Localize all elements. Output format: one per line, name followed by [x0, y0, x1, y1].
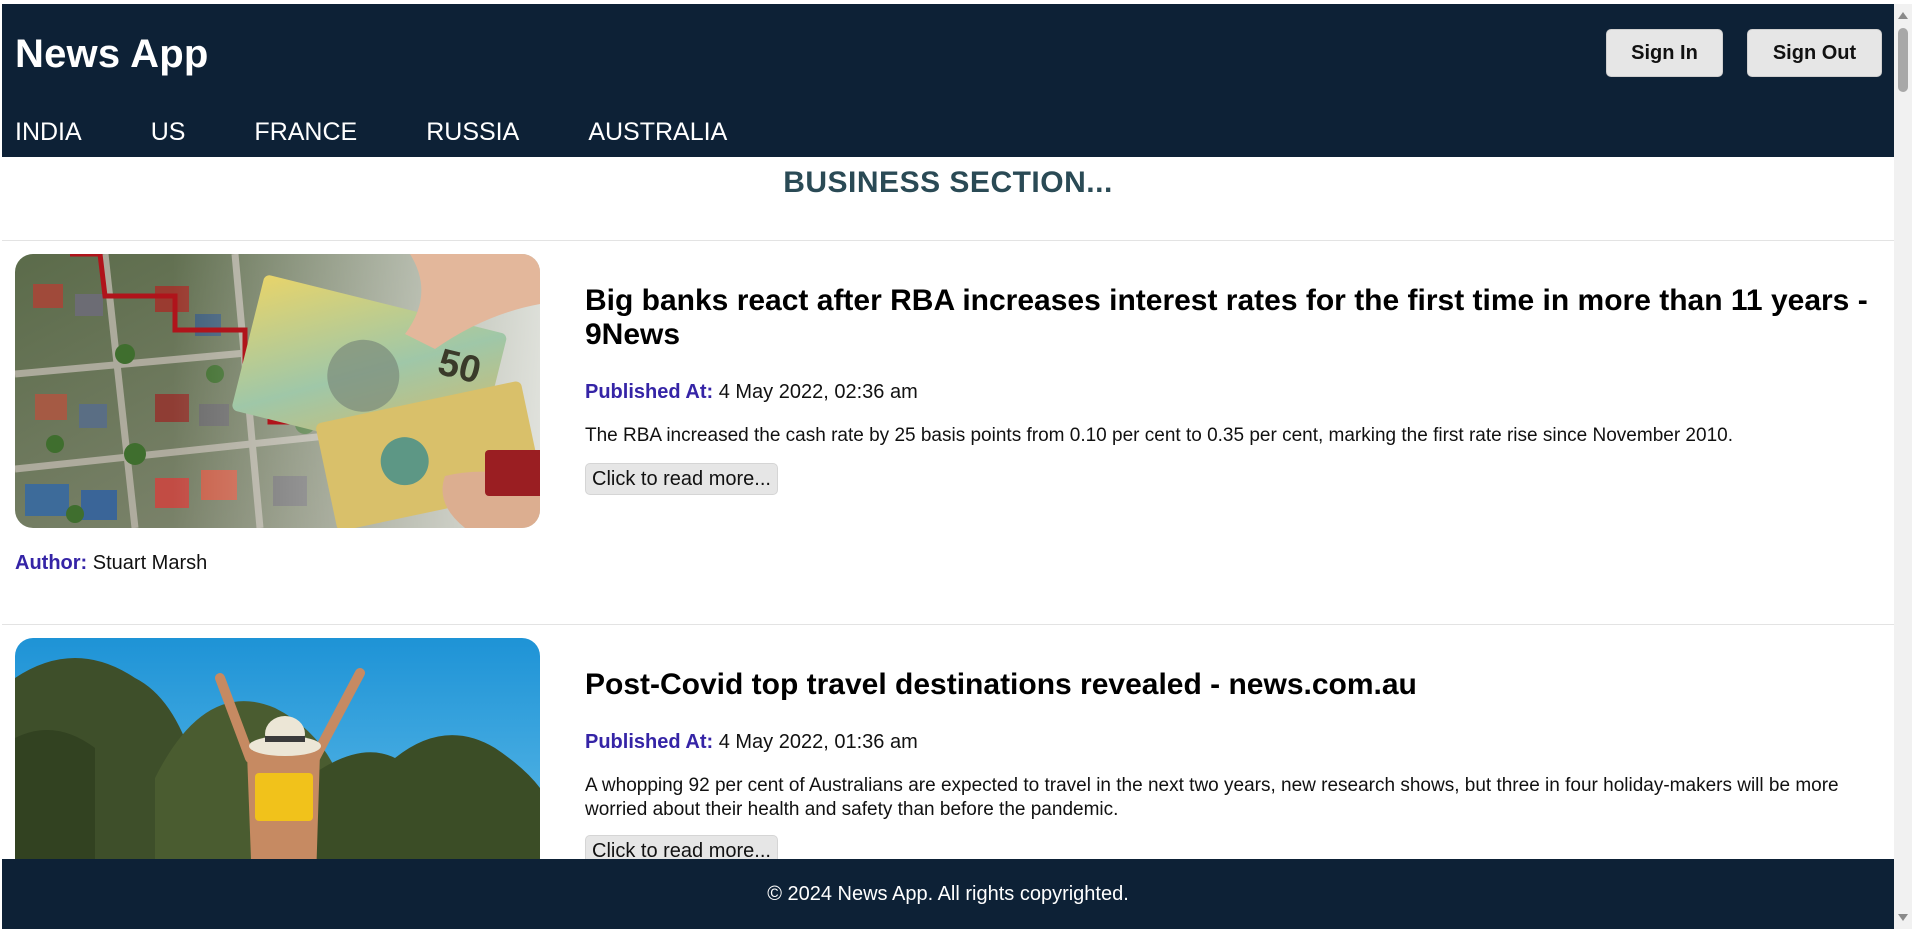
article-description: The RBA increased the cash rate by 25 ba… [585, 425, 1733, 446]
article-image-banknotes[interactable]: 50 [15, 254, 540, 528]
footer-copyright: © 2024 News App. All rights copyrighted. [767, 883, 1129, 905]
scroll-up-arrow-icon[interactable] [1898, 12, 1908, 19]
app-window: News App Sign In Sign Out INDIA US FRANC… [2, 4, 1894, 929]
banknotes-suburb-photo: 50 [15, 254, 540, 528]
sign-out-button[interactable]: Sign Out [1747, 29, 1882, 77]
sign-in-button[interactable]: Sign In [1606, 29, 1723, 77]
article-published: Published At: 4 May 2022, 02:36 am [585, 381, 918, 404]
header: News App Sign In Sign Out INDIA US FRANC… [2, 4, 1894, 157]
read-more-button[interactable]: Click to read more... [585, 463, 778, 495]
scroll-down-arrow-icon[interactable] [1898, 914, 1908, 921]
nav-item-australia[interactable]: AUSTRALIA [588, 118, 727, 147]
article-divider [2, 624, 1894, 625]
footer: © 2024 News App. All rights copyrighted. [2, 859, 1894, 929]
section-title: BUSINESS SECTION... [783, 166, 1113, 199]
article-published: Published At: 4 May 2022, 01:36 am [585, 731, 918, 754]
country-nav: INDIA US FRANCE RUSSIA AUSTRALIA [15, 118, 796, 147]
vertical-scrollbar[interactable] [1894, 4, 1912, 929]
article-title[interactable]: Post-Covid top travel destinations revea… [585, 668, 1875, 702]
scrollbar-thumb[interactable] [1898, 28, 1908, 92]
nav-item-us[interactable]: US [151, 118, 186, 147]
app-title: News App [15, 32, 209, 76]
published-date: 4 May 2022, 02:36 am [718, 381, 918, 403]
nav-item-india[interactable]: INDIA [15, 118, 82, 147]
author-name: Stuart Marsh [92, 552, 208, 574]
published-label: Published At: [585, 381, 714, 403]
published-date: 4 May 2022, 01:36 am [718, 731, 918, 753]
article-description: A whopping 92 per cent of Australians ar… [585, 775, 1839, 820]
article-author: Author: Stuart Marsh [15, 552, 207, 575]
nav-item-russia[interactable]: RUSSIA [426, 118, 519, 147]
nav-item-france[interactable]: FRANCE [254, 118, 357, 147]
section-divider [2, 240, 1894, 241]
author-label: Author: [15, 552, 88, 574]
published-label: Published At: [585, 731, 714, 753]
article-title[interactable]: Big banks react after RBA increases inte… [585, 284, 1875, 352]
